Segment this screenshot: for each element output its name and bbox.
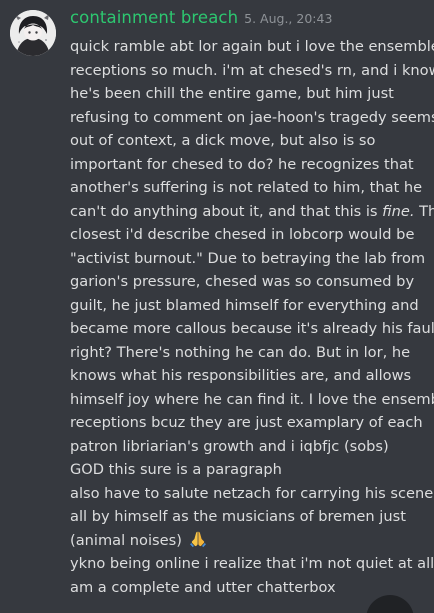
message-content: quick ramble abt lor again but i love th… — [70, 35, 434, 599]
avatar-image — [10, 10, 56, 56]
message-line-with-emoji: (animal noises) — [70, 529, 428, 553]
message-line-with-italic: can't do anything about it, and that thi… — [70, 200, 434, 224]
user-avatar[interactable] — [10, 10, 56, 56]
message-timestamp: 5. Aug., 20:43 — [244, 11, 333, 26]
message-line: right? There's nothing he can do. But in… — [70, 343, 411, 361]
message-line: patron libriarian's growth and i iqbfjc … — [70, 437, 389, 455]
message-line: receptions bcuz they are just examplary … — [70, 414, 423, 431]
message-line: refusing to comment on jae-hoon's traged… — [70, 108, 434, 126]
message-line: another's suffering is not related to hi… — [70, 179, 423, 196]
message-line: closest i'd describe chesed in lobcorp w… — [70, 226, 415, 243]
message-text: can't do anything about it, and that thi… — [70, 202, 383, 220]
message-line: quick ramble abt lor again but i love th… — [70, 38, 434, 55]
message-line: he's been chill the entire game, but him… — [70, 85, 394, 102]
message-line: receptions so much. i'm at chesed's rn, … — [70, 61, 434, 79]
message-line: also have to salute netzach for carrying… — [70, 484, 434, 502]
message-line: important for chesed to do? he recognize… — [70, 155, 414, 173]
message-text: (animal noises) — [70, 531, 187, 549]
message-line: ykno being online i realize that i'm not… — [70, 555, 434, 572]
author-name[interactable]: containment breach — [70, 8, 238, 27]
message-text: The — [419, 202, 434, 220]
message-line: guilt, he just blamed himself for everyt… — [70, 296, 419, 314]
message-line: GOD this sure is a paragraph — [70, 461, 282, 478]
message-line: knows what his responsibilities are, and… — [70, 367, 412, 384]
message-line: out of context, a dick move, but also is… — [70, 132, 376, 149]
message-line: himself joy where he can find it. I love… — [70, 390, 434, 408]
message-line: "activist burnout." Due to betraying the… — [70, 249, 426, 267]
message-line: all by himself as the musicians of breme… — [70, 508, 406, 525]
message-line: garion's pressure, chesed was so consume… — [70, 273, 415, 290]
italic-text: fine. — [382, 202, 415, 220]
chat-message: containment breach 5. Aug., 20:43 quick … — [0, 0, 434, 613]
message-line: became more callous because it's already… — [70, 320, 434, 337]
message-line: am a complete and utter chatterbox — [70, 578, 336, 596]
folded-hands-emoji — [189, 531, 206, 547]
message-header: containment breach 5. Aug., 20:43 — [70, 8, 332, 36]
